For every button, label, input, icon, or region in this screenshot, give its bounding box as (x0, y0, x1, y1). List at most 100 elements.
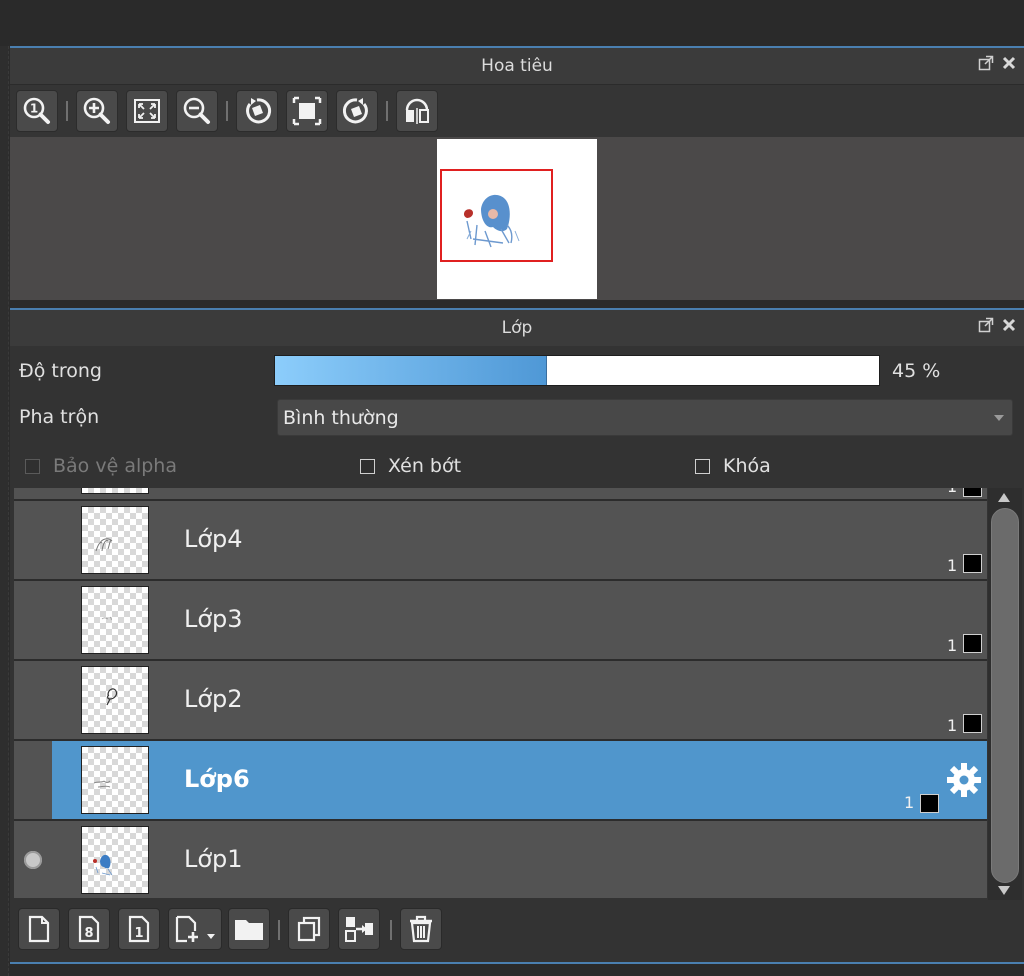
layer-thumbnail (81, 826, 149, 894)
layer-row[interactable]: Lớp3 1 (14, 581, 987, 661)
opacity-slider-fill (275, 356, 547, 385)
new-8bit-layer-button[interactable]: 8 (68, 908, 110, 950)
protect-alpha-label: Bảo vệ alpha (53, 455, 177, 477)
layer-row-selected[interactable]: Lớp6 1 (52, 741, 987, 821)
dock-edge (0, 46, 9, 976)
toolbar-separator (66, 101, 68, 121)
layer-thumbnail (81, 746, 149, 814)
layer-color-swatch (920, 794, 939, 813)
layer-settings-gear-icon[interactable] (946, 762, 982, 802)
opacity-slider[interactable] (274, 355, 880, 386)
layer-thumbnail (81, 506, 149, 574)
merge-down-button[interactable] (338, 908, 380, 950)
toolbar-separator (390, 920, 392, 940)
layer-thumbnail (81, 586, 149, 654)
merge-down-icon (345, 917, 373, 942)
fit-to-window-button[interactable] (126, 90, 168, 132)
flip-horizontal-icon (405, 98, 429, 124)
rotate-right-icon (342, 98, 368, 124)
navigator-view-frame[interactable] (440, 169, 553, 262)
chevron-down-icon (994, 415, 1004, 421)
layer-opacity: 1 (947, 556, 958, 575)
toolbar-separator (226, 101, 228, 121)
new-folder-icon (235, 920, 263, 940)
layer-thumbnail (81, 488, 149, 494)
scroll-up-icon[interactable] (998, 493, 1010, 502)
layer-name: Lớp4 (184, 525, 243, 553)
layer-row[interactable]: Lớp4 1 (14, 501, 987, 581)
new-1bit-layer-button[interactable]: 1 (118, 908, 160, 950)
fit-to-window-icon (134, 99, 160, 123)
layer-name: Lớp1 (184, 845, 243, 873)
rotate-right-button[interactable] (336, 90, 378, 132)
svg-text:8: 8 (84, 926, 93, 941)
reset-view-icon (292, 96, 322, 126)
layer-name: Lớp2 (184, 685, 243, 713)
layer-color-swatch (963, 634, 982, 653)
layer-color-swatch (963, 554, 982, 573)
layer-color-swatch (963, 714, 982, 733)
opacity-label: Độ trong (19, 360, 102, 382)
rotate-left-icon (246, 98, 272, 124)
layer-name: Lớp6 (184, 765, 250, 793)
layer-thumbnail (81, 666, 149, 734)
duplicate-layer-button[interactable] (288, 908, 330, 950)
protect-alpha-checkbox[interactable] (25, 459, 40, 474)
layer-row[interactable]: Lớp1 (14, 821, 987, 898)
scroll-down-icon[interactable] (998, 886, 1010, 895)
toolbar-separator (278, 920, 280, 940)
layer-row-partial[interactable]: 1 (14, 488, 987, 501)
layer-opacity: 1 (904, 793, 915, 812)
clipping-checkbox[interactable] (360, 459, 375, 474)
layer-opacity: 1 (947, 488, 957, 496)
layers-toolbar: 8 1 (10, 900, 1024, 960)
duplicate-layer-icon (297, 916, 321, 942)
layer-opacity: 1 (947, 716, 958, 735)
opacity-value: 45 % (892, 360, 941, 382)
zoom-out-icon (183, 97, 210, 124)
close-icon[interactable] (1002, 318, 1016, 332)
lock-checkbox[interactable] (695, 459, 710, 474)
svg-text:1: 1 (134, 926, 143, 941)
rotate-left-button[interactable] (236, 90, 278, 132)
layer-name: Lớp3 (184, 605, 243, 633)
new-8bit-layer-icon: 8 (78, 915, 100, 943)
layer-row[interactable]: Lớp2 1 (14, 661, 987, 741)
new-layer-icon (28, 915, 50, 943)
delete-layer-icon (410, 915, 432, 943)
layers-header: Lớp (10, 308, 1024, 346)
zoom-in-icon (83, 97, 110, 124)
close-icon[interactable] (1002, 56, 1016, 70)
layer-color-swatch (963, 488, 982, 497)
navigator-toolbar: 1 (10, 85, 1024, 137)
navigator-title: Hoa tiêu (481, 56, 553, 76)
new-folder-button[interactable] (228, 908, 270, 950)
blend-mode-value: Bình thường (283, 407, 399, 429)
add-layer-menu-button[interactable] (168, 908, 222, 950)
new-layer-button[interactable] (18, 908, 60, 950)
zoom-out-button[interactable] (176, 90, 218, 132)
zoom-in-button[interactable] (76, 90, 118, 132)
layer-list[interactable]: 1 Lớp4 1 Lớp3 1 Lớp2 1 Lớp6 1 (14, 488, 987, 898)
next-panel-edge (10, 962, 1024, 976)
delete-layer-button[interactable] (400, 908, 442, 950)
layer-opacity: 1 (947, 636, 958, 655)
zoom-actual-size-button[interactable]: 1 (16, 90, 58, 132)
new-1bit-layer-icon: 1 (128, 915, 150, 943)
add-layer-menu-icon (175, 915, 215, 943)
zoom-actual-size-icon: 1 (23, 97, 50, 124)
clipping-label: Xén bớt (388, 455, 462, 477)
layers-title: Lớp (501, 318, 533, 338)
blend-mode-label: Pha trộn (19, 406, 100, 428)
reset-view-button[interactable] (286, 90, 328, 132)
svg-text:1: 1 (30, 102, 38, 116)
blend-mode-select[interactable]: Bình thường (277, 399, 1013, 436)
undock-icon[interactable] (978, 317, 994, 333)
top-strip (0, 0, 1024, 46)
flip-horizontal-button[interactable] (396, 90, 438, 132)
navigator-header: Hoa tiêu (10, 46, 1024, 84)
toolbar-separator (386, 101, 388, 121)
scrollbar-thumb[interactable] (991, 508, 1019, 883)
undock-icon[interactable] (978, 55, 994, 71)
visibility-dot-icon[interactable] (24, 851, 42, 869)
